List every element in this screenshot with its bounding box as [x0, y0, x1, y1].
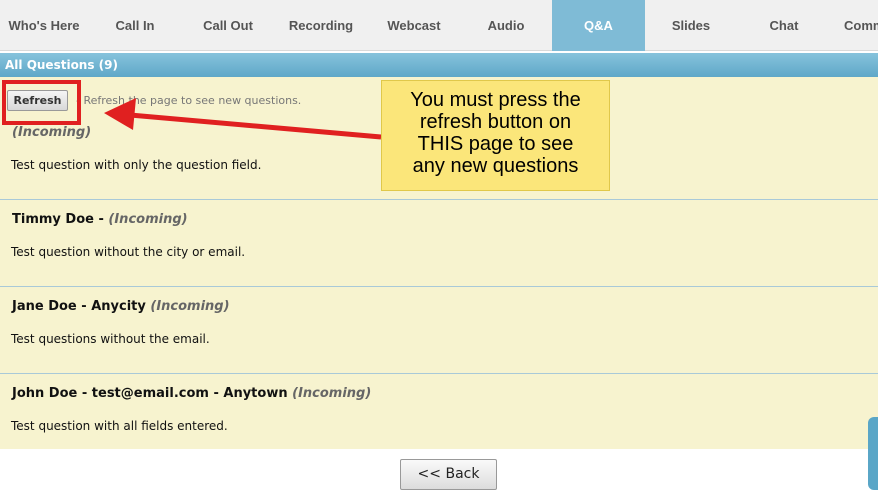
tab-bar: Who's Here Call In Call Out Recording We…	[0, 0, 878, 51]
back-button[interactable]: << Back	[400, 459, 497, 490]
question-divider	[0, 373, 878, 374]
tab-call-in[interactable]: Call In	[88, 0, 182, 51]
tab-comm[interactable]: Comm	[831, 0, 878, 51]
question-author: Jane Doe - Anycity	[12, 299, 151, 314]
question-item: Timmy Doe - (Incoming) Test question wit…	[0, 199, 878, 286]
question-item: Jane Doe - Anycity (Incoming) Test quest…	[0, 286, 878, 373]
questions-header: All Questions (9)	[0, 53, 878, 77]
question-text: Test question with all fields entered.	[11, 419, 228, 433]
question-status: (Incoming)	[292, 386, 372, 401]
question-header: Jane Doe - Anycity (Incoming)	[12, 299, 230, 314]
tab-slides[interactable]: Slides	[645, 0, 737, 51]
question-divider	[0, 286, 878, 287]
question-header: John Doe - test@email.com - Anytown (Inc…	[12, 386, 371, 401]
side-panel-handle[interactable]	[868, 417, 878, 490]
question-status: (Incoming)	[150, 299, 230, 314]
annotation-highlight-box	[2, 80, 81, 125]
question-header: (Incoming)	[12, 125, 91, 140]
tab-audio[interactable]: Audio	[460, 0, 552, 51]
question-status: (Incoming)	[108, 212, 188, 227]
tab-recording[interactable]: Recording	[274, 0, 368, 51]
tab-call-out[interactable]: Call Out	[182, 0, 274, 51]
question-status: (Incoming)	[12, 125, 92, 140]
question-author: John Doe - test@email.com - Anytown	[12, 386, 293, 401]
tab-webcast[interactable]: Webcast	[368, 0, 460, 51]
tab-whos-here[interactable]: Who's Here	[0, 0, 88, 51]
tab-chat[interactable]: Chat	[737, 0, 831, 51]
question-divider	[0, 199, 878, 200]
question-text: Test question with only the question fie…	[11, 158, 262, 172]
tab-qa[interactable]: Q&A	[552, 0, 645, 51]
question-text: Test questions without the email.	[11, 332, 210, 346]
question-text: Test question without the city or email.	[11, 245, 246, 259]
question-item: John Doe - test@email.com - Anytown (Inc…	[0, 373, 878, 449]
annotation-callout: You must press the refresh button on THI…	[381, 80, 610, 191]
question-header: Timmy Doe - (Incoming)	[12, 212, 188, 227]
question-author: Timmy Doe -	[12, 212, 109, 227]
